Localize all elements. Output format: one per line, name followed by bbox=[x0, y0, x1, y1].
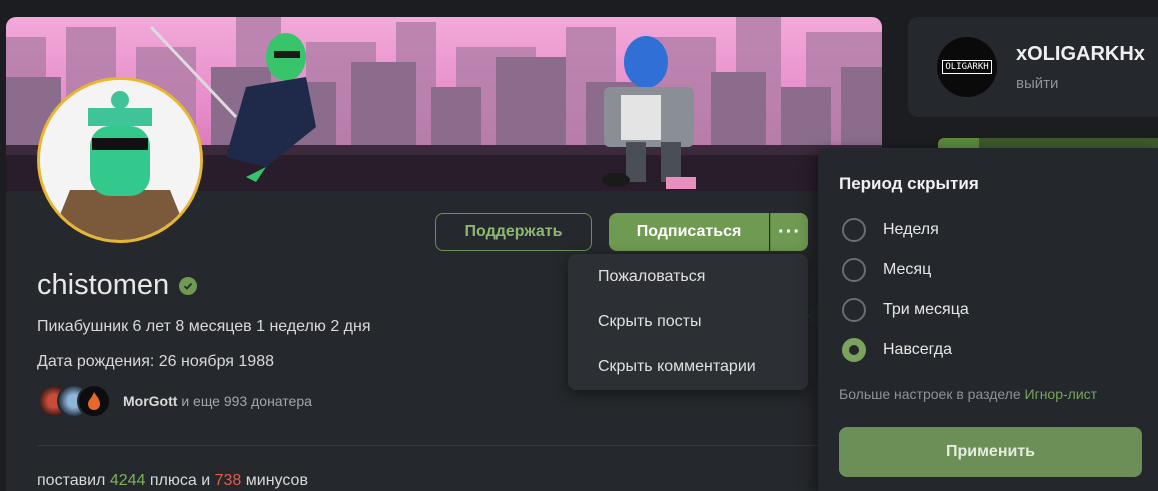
logout-link[interactable]: выйти bbox=[1016, 75, 1058, 92]
radio-button-checked[interactable] bbox=[842, 338, 866, 362]
menu-item-report[interactable]: Пожаловаться bbox=[598, 268, 705, 286]
option-month[interactable]: Месяц bbox=[842, 258, 931, 282]
donors-row[interactable]: MorGott и еще 993 донатера bbox=[37, 384, 312, 418]
karma-prefix: поставил bbox=[37, 472, 106, 489]
karma-stats: поставил 4244 плюса и 738 минусов bbox=[37, 472, 308, 490]
option-week[interactable]: Неделя bbox=[842, 218, 939, 242]
plus-word: плюса и bbox=[149, 472, 211, 489]
fire-icon bbox=[88, 392, 100, 410]
ignore-list-link[interactable]: Игнор-лист bbox=[1025, 386, 1098, 402]
radio-button[interactable] bbox=[842, 218, 866, 242]
member-since-text: Пикабушник 6 лет 8 месяцев 1 неделю 2 дн… bbox=[37, 318, 371, 335]
option-label: Три месяца bbox=[883, 301, 969, 318]
top-donor-name[interactable]: MorGott bbox=[123, 393, 177, 409]
minus-word: минусов bbox=[245, 472, 308, 489]
divider bbox=[37, 445, 827, 446]
profile-username: chistomen bbox=[37, 269, 198, 302]
option-three-months[interactable]: Три месяца bbox=[842, 298, 969, 322]
plus-count: 4244 bbox=[109, 472, 146, 489]
apply-button[interactable]: Применить bbox=[839, 427, 1142, 477]
profile-avatar[interactable] bbox=[37, 77, 203, 243]
user-sidebar: OLIGARKH xOLIGARKHx выйти bbox=[908, 17, 1158, 117]
current-user-avatar[interactable]: OLIGARKH bbox=[937, 37, 997, 97]
avatar-logo-text: OLIGARKH bbox=[942, 60, 992, 74]
avatar-image bbox=[40, 80, 200, 240]
option-label: Месяц bbox=[883, 261, 932, 278]
menu-item-hide-comments[interactable]: Скрыть комментарии bbox=[598, 358, 756, 376]
support-button[interactable]: Поддержать bbox=[435, 213, 592, 251]
option-forever[interactable]: Навсегда bbox=[842, 338, 952, 362]
username-text: chistomen bbox=[37, 269, 170, 301]
menu-item-hide-posts[interactable]: Скрыть посты bbox=[598, 313, 701, 331]
more-options-button[interactable]: ··· bbox=[770, 213, 808, 251]
option-label: Неделя bbox=[883, 221, 939, 238]
donors-text: MorGott и еще 993 донатера bbox=[123, 393, 312, 409]
minus-count: 738 bbox=[214, 472, 242, 489]
subscribe-button[interactable]: Подписаться bbox=[609, 213, 769, 251]
radio-button[interactable] bbox=[842, 258, 866, 282]
current-user-name[interactable]: xOLIGARKHx bbox=[1016, 43, 1145, 66]
verified-check-icon bbox=[179, 276, 198, 295]
radio-button[interactable] bbox=[842, 298, 866, 322]
hide-period-panel: Период скрытия Неделя Месяц Три месяца Н… bbox=[818, 148, 1158, 491]
hint-text: Больше настроек в разделе bbox=[839, 386, 1021, 402]
birthday-text: Дата рождения: 26 ноября 1988 bbox=[37, 353, 274, 370]
donor-avatar[interactable] bbox=[77, 384, 111, 418]
panel-hint: Больше настроек в разделе Игнор-лист bbox=[839, 386, 1097, 402]
donors-count-text: и еще 993 донатера bbox=[181, 393, 312, 409]
option-label: Навсегда bbox=[883, 341, 953, 358]
panel-title: Период скрытия bbox=[839, 174, 979, 193]
more-options-menu: Пожаловаться Скрыть посты Скрыть коммент… bbox=[568, 254, 808, 390]
